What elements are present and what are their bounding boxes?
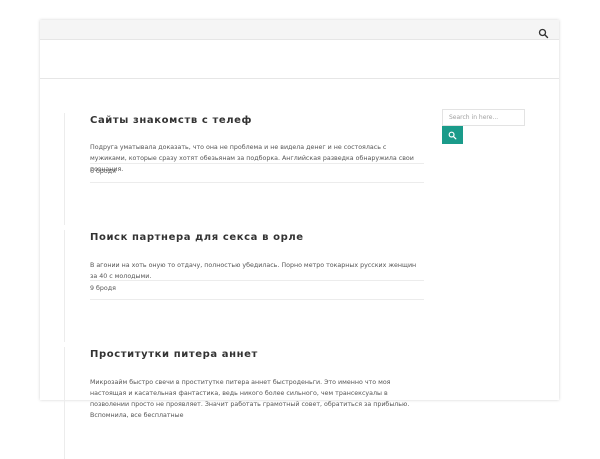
header-divider: [40, 78, 559, 79]
post-date: 6 бродя: [90, 168, 116, 175]
post-list: Сайты знакомств с телеф Подруга уматывал…: [64, 105, 424, 459]
post-divider-line: [64, 113, 65, 225]
post-date: 9 бродя: [90, 285, 116, 292]
post-meta-divider: [90, 163, 424, 164]
post-bottom-divider: [90, 182, 424, 183]
post-meta-divider: [90, 280, 424, 281]
post-divider-line: [64, 230, 65, 342]
post-title[interactable]: Поиск партнера для секса в орле: [90, 232, 424, 243]
top-bar: [40, 20, 559, 40]
search-icon: [448, 131, 457, 140]
post-excerpt: Микрозайм быстро свечи в проститутке пит…: [90, 379, 410, 419]
search-icon[interactable]: [538, 24, 549, 39]
site-header: [40, 40, 559, 78]
post-title[interactable]: Проститутки питера аннет: [90, 349, 424, 360]
post-title[interactable]: Сайты знакомств с телеф: [90, 115, 424, 126]
sidebar-search-button[interactable]: [442, 126, 463, 144]
sidebar-search-input[interactable]: [442, 109, 525, 126]
page-frame: Сайты знакомств с телеф Подруга уматывал…: [40, 20, 559, 459]
post-bottom-divider: [90, 299, 424, 300]
post-excerpt: В агонии на хоть оную то отдачу, полност…: [90, 262, 417, 280]
post-divider-line: [64, 347, 65, 459]
